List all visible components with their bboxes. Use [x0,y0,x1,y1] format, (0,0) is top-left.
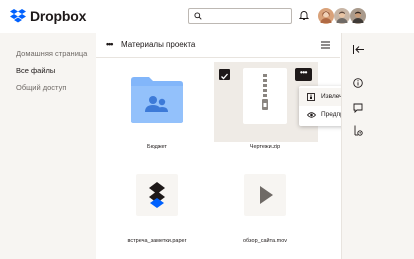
activity-icon[interactable] [353,125,363,136]
folder-title: Материалы проекта [121,40,196,49]
sidebar-item-shared[interactable]: Общий доступ [16,83,66,92]
left-sidebar: Домашняя страница Все файлы Общий доступ [0,33,96,259]
folder-header: ••• Материалы проекта [96,33,340,58]
file-name-site-review: обзор_сайта.mov [242,238,288,244]
bell-icon[interactable] [299,10,309,21]
view-menu-icon[interactable] [321,41,330,49]
collapse-left-icon[interactable] [353,45,364,54]
folder-options-icon[interactable]: ••• [106,39,114,49]
zip-file-icon [243,68,287,124]
sidebar-item-home[interactable]: Домашняя страница [16,49,87,58]
eye-icon [307,112,316,118]
search-icon [194,12,202,20]
file-tile-meeting-notes[interactable] [105,160,209,240]
file-tile-site-review[interactable] [213,160,317,240]
sidebar-item-all-files[interactable]: Все файлы [16,66,55,75]
avatar-1[interactable] [318,8,334,24]
dropbox-logo-icon [10,9,26,23]
file-name-drawings-zip: Чертежи.zip [249,144,281,150]
search-input[interactable] [188,8,292,24]
avatar-2[interactable] [334,8,350,24]
selection-checkbox[interactable] [219,69,230,80]
avatar-3[interactable] [350,8,366,24]
right-panel [341,33,414,259]
dropbox-logo[interactable]: Dropbox [10,8,86,24]
dropbox-paper-icon [136,174,178,216]
shared-folder-icon [131,77,183,123]
play-icon [244,174,286,216]
top-header: Dropbox [0,0,414,33]
extract-icon [307,93,315,101]
file-more-options-button[interactable]: ••• [295,68,312,81]
comment-icon[interactable] [353,103,363,113]
file-name-budget: Бюджет [147,144,167,150]
brand-name: Dropbox [30,8,87,24]
file-name-meeting-notes: встреча_заметки.paper [127,238,187,244]
file-tile-budget[interactable] [105,62,209,154]
info-icon[interactable] [353,78,363,88]
